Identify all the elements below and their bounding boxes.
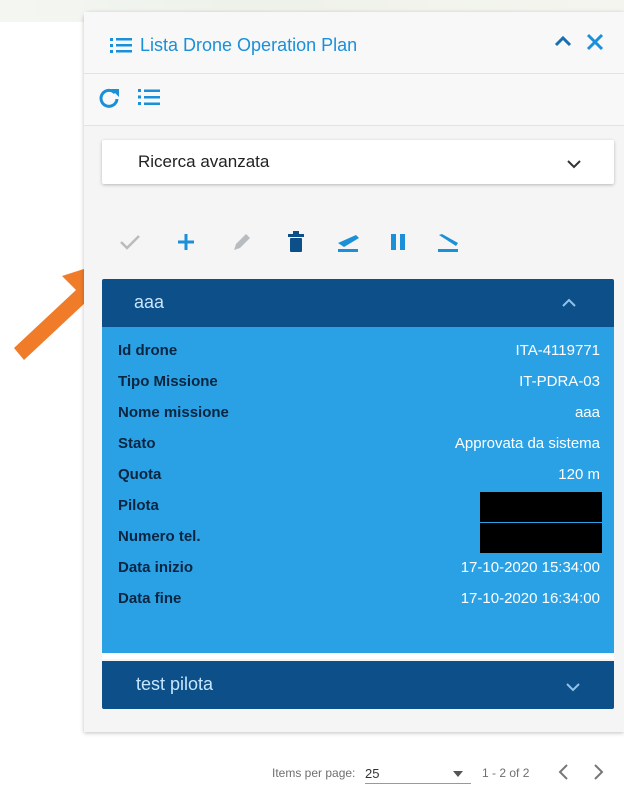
chevron-up-icon[interactable] xyxy=(554,34,572,53)
add-icon[interactable] xyxy=(170,224,202,260)
detail-value: ITA-4119771 xyxy=(515,342,601,359)
plan-card-details: Id drone ITA-4119771 Tipo Missione IT-PD… xyxy=(102,327,614,659)
landing-icon[interactable] xyxy=(432,224,464,260)
detail-label: Stato xyxy=(118,435,156,452)
edit-icon[interactable] xyxy=(226,224,258,260)
list-view-icon[interactable] xyxy=(138,88,160,111)
advanced-search-dropdown[interactable]: Ricerca avanzata xyxy=(102,140,614,184)
detail-value: IT-PDRA-03 xyxy=(519,373,600,390)
detail-label: Data inizio xyxy=(118,559,194,576)
chevron-up-icon[interactable] xyxy=(562,295,576,313)
detail-label: Id drone xyxy=(118,342,178,359)
detail-row-mission-name: Nome missione aaa xyxy=(102,398,614,428)
plan-card-header[interactable]: aaa xyxy=(102,279,614,327)
detail-label: Quota xyxy=(118,466,162,483)
detail-label: Pilota xyxy=(118,497,159,514)
items-per-page-select[interactable]: 25 xyxy=(365,762,471,784)
detail-value: Approvata da sistema xyxy=(454,435,600,452)
detail-value: 17-10-2020 15:34:00 xyxy=(460,559,600,576)
advanced-search-label: Ricerca avanzata xyxy=(138,152,270,171)
page-range-label: 1 - 2 of 2 xyxy=(482,766,530,780)
screen: Lista Drone Operation Plan Ricerca avanz… xyxy=(0,0,624,808)
chevron-down-icon xyxy=(567,156,581,174)
plan-card-header[interactable]: test pilota xyxy=(102,661,614,709)
detail-row-status: Stato Approvata da sistema xyxy=(102,429,614,459)
panel-title: Lista Drone Operation Plan xyxy=(140,35,358,55)
redaction-block xyxy=(480,492,602,522)
delete-icon[interactable] xyxy=(280,224,312,260)
detail-row-mission-type: Tipo Missione IT-PDRA-03 xyxy=(102,367,614,397)
check-icon[interactable] xyxy=(114,224,146,260)
panel-titlebar: Lista Drone Operation Plan xyxy=(84,12,624,74)
close-icon[interactable] xyxy=(585,32,605,57)
next-page-icon[interactable] xyxy=(592,762,606,785)
detail-row-drone-id: Id drone ITA-4119771 xyxy=(102,336,614,366)
action-toolbar xyxy=(84,224,624,264)
redaction-block xyxy=(480,523,602,553)
detail-row-end-date: Data fine 17-10-2020 16:34:00 xyxy=(102,584,614,614)
detail-row-altitude: Quota 120 m xyxy=(102,460,614,490)
detail-label: Numero tel. xyxy=(118,528,201,545)
items-per-page-value: 25 xyxy=(365,766,380,781)
pause-icon[interactable] xyxy=(382,224,414,260)
previous-page-icon[interactable] xyxy=(556,762,570,785)
list-icon xyxy=(110,37,132,58)
dropdown-arrow-icon xyxy=(453,766,463,780)
takeoff-icon[interactable] xyxy=(332,224,364,260)
refresh-icon[interactable] xyxy=(98,87,120,114)
plan-card-title: test pilota xyxy=(136,674,214,694)
detail-value: 17-10-2020 16:34:00 xyxy=(460,590,600,607)
detail-label: Nome missione xyxy=(118,404,229,421)
detail-label: Data fine xyxy=(118,590,182,607)
detail-row-start-date: Data inizio 17-10-2020 15:34:00 xyxy=(102,553,614,583)
detail-value: aaa xyxy=(574,404,600,421)
detail-label: Tipo Missione xyxy=(118,373,218,390)
detail-row-pilot: Pilota xyxy=(102,491,614,522)
detail-value: 120 m xyxy=(558,466,600,483)
paginator: Items per page: 25 1 - 2 of 2 xyxy=(0,760,624,788)
chevron-down-icon[interactable] xyxy=(566,679,580,697)
operation-plan-panel: Lista Drone Operation Plan Ricerca avanz… xyxy=(84,12,624,732)
panel-toolbar xyxy=(84,74,624,126)
detail-row-phone: Numero tel. xyxy=(102,522,614,553)
plan-card-title: aaa xyxy=(134,292,165,312)
items-per-page-label: Items per page: xyxy=(272,766,356,780)
